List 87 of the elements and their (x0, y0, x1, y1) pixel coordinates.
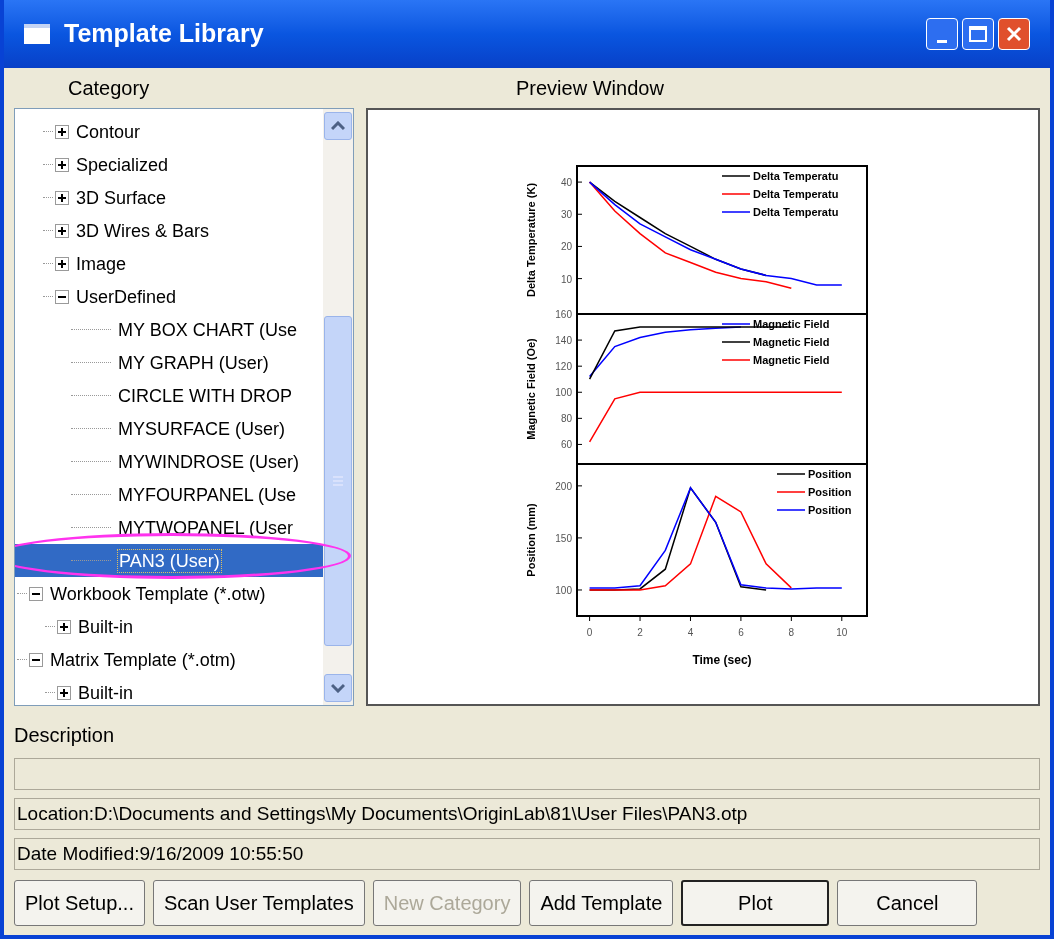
tick-label: 80 (560, 413, 572, 425)
tick-label: 60 (560, 439, 572, 451)
location-text: Location:D:\Documents and Settings\My Documents\OriginLab\81\User Files\PAN3.otp (14, 798, 1040, 830)
expand-box-icon[interactable] (55, 223, 69, 238)
tick-label: 140 (555, 335, 572, 347)
tick-label: 100 (555, 584, 572, 596)
legend-label: Magnetic Field (753, 354, 830, 366)
tree-item[interactable]: MY GRAPH (User) (117, 351, 270, 374)
collapse-box-icon[interactable] (29, 586, 43, 601)
legend-line (721, 359, 751, 361)
tick-label: 10 (836, 627, 848, 638)
axis-title: Position (mm) (525, 503, 537, 577)
legend-label: Delta Temperatu (753, 188, 839, 200)
axis-title: Time (sec) (692, 653, 752, 667)
minimize-button[interactable] (926, 18, 958, 50)
legend-label: Position (808, 504, 852, 516)
dialog-button[interactable]: Cancel (837, 880, 978, 926)
expand-box-icon[interactable] (55, 157, 69, 172)
legend-label: Position (808, 486, 852, 498)
tick-label: 0 (586, 627, 593, 638)
legend-line (776, 509, 806, 511)
maximize-button[interactable] (962, 18, 994, 50)
tree-item[interactable]: Image (75, 252, 128, 275)
tick-label: 160 (555, 309, 572, 320)
tick-label: 2 (637, 627, 643, 638)
tick-label: 30 (560, 209, 572, 221)
dialog-button[interactable]: Plot Setup... (14, 880, 145, 926)
scroll-up-icon[interactable] (324, 112, 352, 140)
tick-label: 120 (555, 361, 572, 373)
scroll-thumb[interactable] (324, 316, 352, 646)
dialog-button[interactable]: Plot (681, 880, 830, 926)
legend-line (721, 211, 751, 213)
tick-label: 200 (555, 480, 572, 492)
window-icon (24, 24, 50, 44)
tree-item[interactable]: MYWINDROSE (User) (117, 450, 300, 473)
description-label: Description (14, 723, 116, 748)
tree-item[interactable]: Built-in (77, 681, 135, 704)
legend-line (776, 473, 806, 475)
tree-item[interactable]: Contour (75, 120, 142, 143)
expand-box-icon[interactable] (55, 256, 69, 271)
tree-item[interactable]: PAN3 (User) (117, 548, 222, 573)
axis-title: Magnetic Field (Oe) (525, 338, 537, 440)
expand-box-icon[interactable] (57, 619, 71, 634)
tick-label: 8 (788, 627, 795, 638)
tree-item[interactable]: MYTWOPANEL (User (117, 516, 294, 539)
tree-item[interactable]: Specialized (75, 153, 170, 176)
legend-line (776, 491, 806, 493)
tree-item[interactable]: Built-in (77, 615, 135, 638)
category-heading: Category (68, 76, 150, 101)
tree-item[interactable]: CIRCLE WITH DROP (117, 384, 293, 407)
legend-label: Magnetic Field (753, 336, 830, 348)
tree-item[interactable]: MYSURFACE (User) (117, 417, 286, 440)
expand-box-icon[interactable] (55, 124, 69, 139)
tree-item[interactable]: MY BOX CHART (Use (117, 318, 299, 341)
legend-line (721, 341, 751, 343)
dialog-button[interactable]: Scan User Templates (152, 880, 365, 926)
collapse-box-icon[interactable] (55, 289, 69, 304)
tick-label: 40 (560, 177, 572, 189)
preview-heading: Preview Window (516, 76, 664, 101)
tick-label: 100 (555, 387, 572, 399)
expand-box-icon[interactable] (55, 190, 69, 205)
legend-line (721, 175, 751, 177)
tick-label: 4 (687, 627, 694, 638)
legend-label: Position (808, 468, 852, 480)
tick-label: 150 (555, 532, 572, 544)
legend-line (721, 323, 751, 325)
tree-item[interactable]: Matrix Template (*.otm) (49, 648, 237, 671)
tick-label: 20 (560, 241, 572, 253)
scroll-down-icon[interactable] (324, 674, 352, 702)
tick-label: 10 (560, 273, 572, 285)
legend-label: Delta Temperatu (753, 170, 839, 182)
window-title: Template Library (64, 18, 264, 50)
legend-line (721, 193, 751, 195)
tree-item[interactable]: 3D Surface (75, 186, 168, 209)
close-icon (1006, 26, 1022, 42)
date-modified-text: Date Modified:9/16/2009 10:55:50 (14, 838, 1040, 870)
close-button[interactable] (998, 18, 1030, 50)
tree-item[interactable]: Workbook Template (*.otw) (49, 582, 267, 605)
tree-item[interactable]: 3D Wires & Bars (75, 219, 211, 242)
tree-item[interactable]: UserDefined (75, 285, 178, 308)
collapse-box-icon[interactable] (29, 652, 43, 667)
tick-label: 6 (738, 627, 744, 638)
tree-item[interactable]: MYFOURPANEL (Use (117, 483, 298, 506)
dialog-button[interactable]: Add Template (529, 880, 674, 926)
axis-title: Delta Temperature (K) (525, 182, 537, 298)
expand-box-icon[interactable] (57, 685, 71, 700)
legend-label: Delta Temperatu (753, 206, 839, 218)
